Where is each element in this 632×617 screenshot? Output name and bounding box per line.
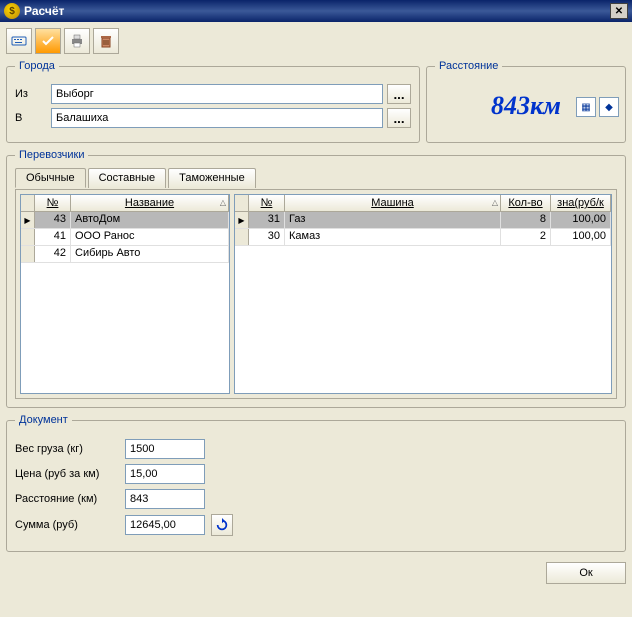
distance-input[interactable]: [125, 489, 205, 509]
price-label: Цена (руб за км): [15, 468, 125, 480]
distance-legend: Расстояние: [435, 60, 502, 72]
from-label: Из: [15, 88, 51, 100]
titlebar: $ Расчёт ✕: [0, 0, 632, 22]
carriers-grid[interactable]: № Название△ 43АвтоДом41ООО Ранос42Сибирь…: [20, 194, 230, 394]
from-city-browse-button[interactable]: ...: [387, 84, 411, 104]
check-button[interactable]: [35, 28, 61, 54]
table-row[interactable]: 30Камаз2100,00: [235, 229, 611, 246]
to-city-input[interactable]: [51, 108, 383, 128]
app-icon: $: [4, 3, 20, 19]
col-price[interactable]: зна(руб/к: [551, 195, 611, 211]
tab-composite[interactable]: Составные: [88, 168, 167, 188]
distance-group: Расстояние 843км ▦ ◆: [426, 60, 626, 143]
recalculate-button[interactable]: [211, 514, 233, 536]
table-row[interactable]: 42Сибирь Авто: [21, 246, 229, 263]
tab-customs[interactable]: Таможенные: [168, 168, 256, 188]
to-city-browse-button[interactable]: ...: [387, 108, 411, 128]
price-input[interactable]: [125, 464, 205, 484]
window-title: Расчёт: [24, 4, 64, 18]
ok-button[interactable]: Ок: [546, 562, 626, 584]
delete-button[interactable]: [93, 28, 119, 54]
table-row[interactable]: 43АвтоДом: [21, 212, 229, 229]
distance-value: 843км: [491, 91, 561, 121]
document-group: Документ Вес груза (кг) Цена (руб за км)…: [6, 414, 626, 552]
tab-regular[interactable]: Обычные: [15, 168, 86, 188]
keyboard-button[interactable]: [6, 28, 32, 54]
col-no[interactable]: №: [35, 195, 71, 211]
carriers-group: Перевозчики Обычные Составные Таможенные…: [6, 149, 626, 408]
close-icon[interactable]: ✕: [610, 3, 628, 19]
document-legend: Документ: [15, 414, 72, 426]
table-row[interactable]: 41ООО Ранос: [21, 229, 229, 246]
sum-label: Сумма (руб): [15, 519, 125, 531]
sum-input[interactable]: [125, 515, 205, 535]
dist-label: Расстояние (км): [15, 493, 125, 505]
distance-grid-icon[interactable]: ▦: [576, 97, 596, 117]
col-name[interactable]: Название△: [71, 195, 229, 211]
vehicles-grid[interactable]: № Машина△ Кол-во зна(руб/к 31Газ8100,003…: [234, 194, 612, 394]
col-car[interactable]: Машина△: [285, 195, 501, 211]
col-vno[interactable]: №: [249, 195, 285, 211]
cities-group: Города Из ... В ...: [6, 60, 420, 143]
from-city-input[interactable]: [51, 84, 383, 104]
table-row[interactable]: 31Газ8100,00: [235, 212, 611, 229]
print-button[interactable]: [64, 28, 90, 54]
distance-info-icon[interactable]: ◆: [599, 97, 619, 117]
toolbar: [6, 28, 626, 54]
carriers-legend: Перевозчики: [15, 149, 88, 161]
col-qty[interactable]: Кол-во: [501, 195, 551, 211]
weight-label: Вес груза (кг): [15, 443, 125, 455]
cities-legend: Города: [15, 60, 59, 72]
weight-input[interactable]: [125, 439, 205, 459]
to-label: В: [15, 112, 51, 124]
